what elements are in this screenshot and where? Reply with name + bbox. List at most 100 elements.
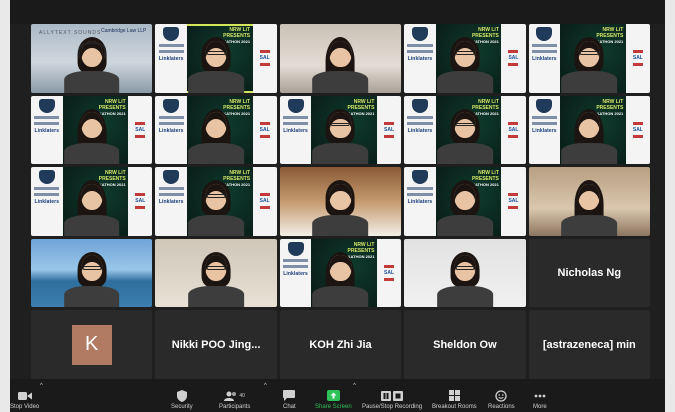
share-options-caret-icon[interactable]: ^ (353, 383, 356, 389)
crest-icon (411, 98, 428, 113)
record-button[interactable]: Pause/Stop Recording (362, 389, 422, 410)
participant-video (436, 248, 493, 308)
participant-tile[interactable]: Linklaters NRW LiT PRESENTS HACKATHON 2021 S… (155, 167, 277, 236)
participants-options-caret-icon[interactable]: ^ (264, 383, 267, 389)
hackathon-poster-background: Linklaters (528, 24, 561, 93)
meeting-top-bar (10, 0, 665, 24)
smiley-plus-icon (495, 389, 507, 402)
participant-tile[interactable]: K (31, 310, 153, 379)
people-icon: 40 (224, 389, 245, 402)
participant-tile[interactable]: Linklaters NRW LiT PRESENTS HACKATHON 2021 S… (279, 238, 402, 308)
reactions-button[interactable]: Reactions (488, 389, 515, 410)
poster-sponsor-strip: SAL (252, 167, 277, 236)
video-camera-icon (17, 389, 32, 402)
participants-count: 40 (239, 392, 245, 399)
share-screen-icon (326, 389, 340, 402)
poster-sponsor-strip: SAL (501, 167, 526, 236)
participant-tile[interactable]: Linklaters NRW LiT PRESENTS HACKATHON 2021 S… (404, 167, 526, 236)
crest-icon (287, 98, 304, 113)
participant-video (63, 34, 120, 93)
stop-video-button[interactable]: Stop Video (10, 389, 39, 410)
participant-tile[interactable]: Linklaters NRW LiT PRESENTS HACKATHON 2021 S… (528, 24, 650, 93)
hackathon-poster-background: Linklaters (155, 24, 187, 93)
pause-stop-icon (381, 389, 404, 402)
participant-video (436, 34, 493, 93)
participant-name: Nikki POO Jing... (171, 338, 261, 351)
crest-icon (411, 27, 428, 41)
gallery-view-grid: Cambridge Law LLP ALLYTEXT SOUNDS Linklate… (31, 24, 650, 379)
participant-tile[interactable]: Cambridge Law LLP ALLYTEXT SOUNDS (31, 24, 153, 93)
participant-tile[interactable]: KOH Zhi Jia (279, 310, 402, 379)
participant-video (436, 177, 493, 236)
crest-icon (163, 170, 180, 185)
hackathon-poster-background: Linklaters (528, 95, 561, 165)
poster-sponsor-strip: SAL (501, 95, 526, 165)
crest-icon (163, 98, 180, 113)
hackathon-poster-background: Linklaters (404, 95, 436, 165)
participant-tile[interactable] (279, 24, 402, 93)
hackathon-poster-background: Linklaters (404, 167, 436, 236)
crest-icon (411, 170, 428, 185)
breakout-grid-icon (448, 389, 460, 402)
right-margin (665, 0, 675, 412)
participant-name: Sheldon Ow (433, 338, 497, 351)
participant-tile[interactable]: Linklaters NRW LiT PRESENTS HACKATHON 2021 S… (404, 24, 526, 93)
participant-name: KOH Zhi Jia (309, 338, 372, 351)
security-button[interactable]: Security (171, 389, 193, 410)
participant-video (312, 34, 369, 93)
participant-tile[interactable]: Linklaters NRW LiT PRESENTS HACKATHON 2021 S… (404, 95, 526, 165)
participant-video (436, 105, 493, 165)
hackathon-poster-background: Linklaters (31, 95, 63, 165)
participant-tile[interactable]: Linklaters NRW LiT PRESENTS HACKATHON 2021 S… (155, 24, 277, 93)
share-screen-button[interactable]: Share Screen (315, 389, 352, 410)
participant-tile[interactable]: Linklaters NRW LiT PRESENTS HACKATHON 2021 S… (31, 167, 153, 236)
meeting-toolbar: Stop Video ^ Security 40 Participants ^ … (10, 379, 665, 412)
avatar: K (71, 324, 112, 365)
crest-icon (163, 27, 180, 41)
hackathon-poster-background: Linklaters (279, 238, 312, 308)
participant-tile[interactable]: Linklaters NRW LiT PRESENTS HACKATHON 2021 S… (279, 95, 402, 165)
poster-sponsor-strip: SAL (252, 24, 277, 93)
participant-tile[interactable] (528, 167, 650, 236)
shield-icon (176, 389, 187, 402)
participants-button[interactable]: 40 Participants (219, 389, 250, 410)
participant-tile[interactable] (31, 238, 153, 308)
participant-video (561, 105, 618, 165)
participant-tile[interactable]: Linklaters NRW LiT PRESENTS HACKATHON 2021 S… (31, 95, 153, 165)
participant-video (63, 248, 120, 308)
participant-video (312, 177, 369, 236)
hackathon-poster-background: Linklaters (155, 95, 187, 165)
participant-video (561, 177, 618, 236)
poster-sponsor-strip: SAL (252, 95, 277, 165)
participant-tile[interactable]: Nicholas Ng (528, 238, 650, 308)
participant-tile[interactable]: Sheldon Ow (404, 310, 526, 379)
left-margin (0, 0, 10, 412)
poster-sponsor-strip: SAL (625, 95, 650, 165)
participant-video (63, 177, 120, 236)
more-button[interactable]: More (533, 389, 547, 410)
participant-name: [astrazeneca] min (542, 338, 636, 351)
participant-video (188, 105, 245, 165)
participant-tile[interactable]: Nikki POO Jing... (155, 310, 277, 379)
poster-sponsor-strip: SAL (501, 24, 526, 93)
chat-button[interactable]: Chat (283, 389, 296, 410)
ellipsis-icon (534, 389, 546, 402)
participant-video (312, 248, 369, 308)
poster-sponsor-strip: SAL (128, 95, 153, 165)
breakout-rooms-button[interactable]: Breakout Rooms (432, 389, 477, 410)
participant-tile[interactable] (279, 167, 402, 236)
participant-tile[interactable]: [astrazeneca] min (528, 310, 650, 379)
hackathon-poster-background: Linklaters (31, 167, 63, 236)
participant-tile[interactable]: Linklaters NRW LiT PRESENTS HACKATHON 2021 S… (155, 95, 277, 165)
poster-sponsor-strip: SAL (625, 24, 650, 93)
participant-tile[interactable]: Linklaters NRW LiT PRESENTS HACKATHON 2021 S… (528, 95, 650, 165)
poster-sponsor-strip: SAL (376, 95, 402, 165)
video-options-caret-icon[interactable]: ^ (40, 383, 43, 389)
participant-video (188, 177, 245, 236)
crest-icon (38, 98, 55, 113)
participant-tile[interactable] (155, 238, 277, 308)
participant-video (561, 34, 618, 93)
hackathon-poster-background: Linklaters (155, 167, 187, 236)
participant-video (188, 34, 245, 93)
participant-tile[interactable] (404, 238, 526, 308)
